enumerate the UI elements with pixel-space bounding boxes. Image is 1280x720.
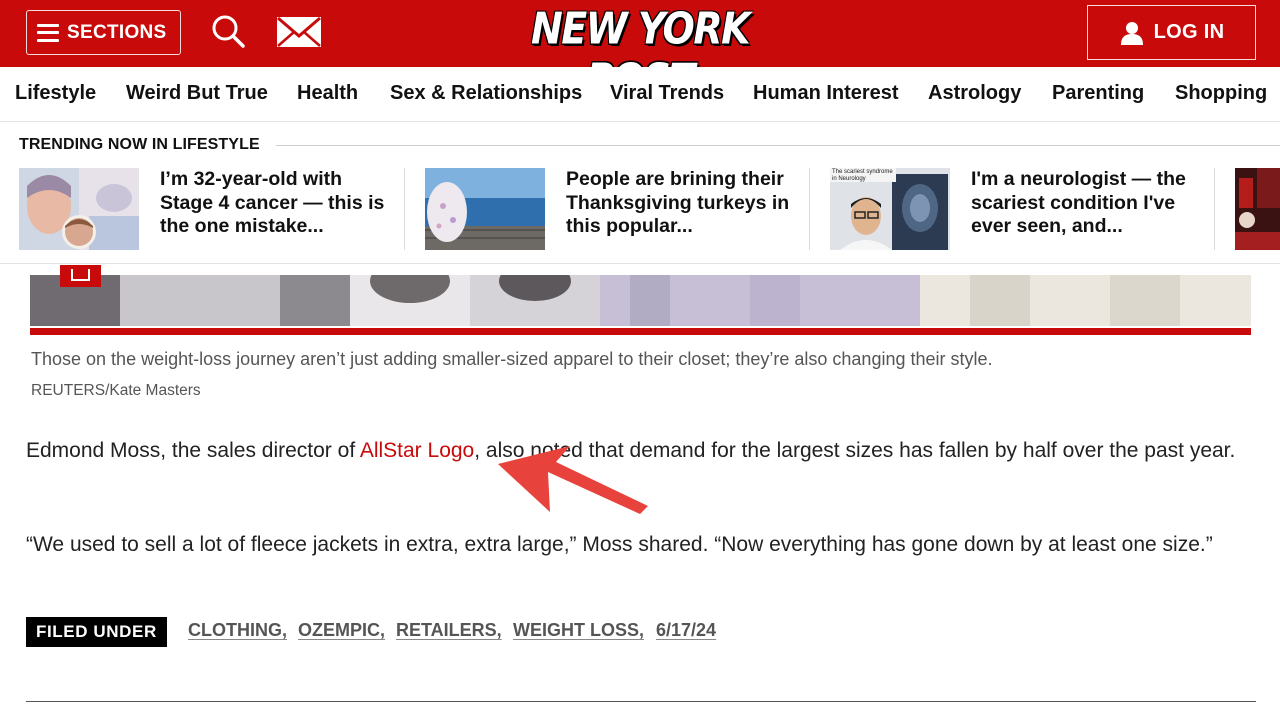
nav-item-astrology[interactable]: Astrology (928, 82, 1021, 105)
trending-title: I'm a neurologist — the scariest conditi… (971, 168, 1186, 237)
login-button[interactable]: LOG IN (1087, 5, 1256, 60)
search-icon[interactable] (210, 13, 246, 49)
nav-item-shopping[interactable]: Shopping (1175, 82, 1267, 105)
article-paragraph: Edmond Moss, the sales director of AllSt… (26, 434, 1256, 467)
nav-item-viral-trends[interactable]: Viral Trends (610, 82, 724, 105)
gallery-icon (71, 269, 90, 281)
trending-card[interactable]: I’m 32-year-old with Stage 4 cancer — th… (19, 168, 399, 250)
trending-card[interactable] (1235, 168, 1280, 250)
trending-divider (1214, 168, 1215, 250)
article-image (30, 275, 1251, 326)
nav-item-lifestyle[interactable]: Lifestyle (15, 82, 96, 105)
nav-item-health[interactable]: Health (297, 82, 358, 105)
trending-rule (276, 145, 1280, 146)
sections-label: SECTIONS (67, 21, 167, 43)
site-header: SECTIONS NEW YORK POST LOG IN (0, 0, 1280, 105)
trending-title: People are brining their Thanksgiving tu… (566, 168, 790, 237)
allstar-logo-link[interactable]: AllStar Logo (360, 439, 474, 462)
trending-heading: TRENDING NOW IN LIFESTYLE (19, 136, 260, 153)
mail-icon[interactable] (276, 14, 322, 50)
filed-under-label: FILED UNDER (26, 617, 167, 647)
tag-ozempic[interactable]: OZEMPIC, (298, 620, 385, 641)
image-caption: Those on the weight-loss journey aren’t … (31, 349, 993, 369)
tag-date[interactable]: 6/17/24 (656, 620, 716, 641)
trending-thumbnail (425, 168, 545, 250)
paragraph-text: , also noted that demand for the largest… (474, 439, 1236, 462)
trending-card[interactable]: People are brining their Thanksgiving tu… (425, 168, 805, 250)
trending-thumbnail (1235, 168, 1280, 250)
nav-item-human-interest[interactable]: Human Interest (753, 82, 899, 105)
tag-clothing[interactable]: CLOTHING, (188, 620, 287, 641)
trending-section: TRENDING NOW IN LIFESTYLE I’m 32-year-ol… (0, 122, 1280, 264)
trending-thumbnail: The scariest syndrome in Neurology (830, 168, 950, 250)
article-paragraph: “We used to sell a lot of fleece jackets… (26, 533, 1213, 556)
image-credit: REUTERS/Kate Masters (31, 382, 201, 399)
trending-card[interactable]: The scariest syndrome in Neurology I'm a… (830, 168, 1210, 250)
nav-fade (1266, 67, 1280, 121)
gallery-badge[interactable] (60, 265, 101, 287)
user-icon (1120, 21, 1143, 45)
tag-weight-loss[interactable]: WEIGHT LOSS, (513, 620, 644, 641)
trending-title: I’m 32-year-old with Stage 4 cancer — th… (160, 168, 385, 237)
trending-divider (404, 168, 405, 250)
paragraph-text: Edmond Moss, the sales director of (26, 439, 360, 462)
site-logo[interactable]: NEW YORK POST (490, 3, 790, 104)
nav-item-parenting[interactable]: Parenting (1052, 82, 1144, 105)
sections-button[interactable]: SECTIONS (26, 10, 181, 55)
bottom-rule (26, 701, 1256, 702)
image-red-rule (30, 328, 1251, 335)
hamburger-icon (37, 23, 59, 42)
trending-thumbnail (19, 168, 139, 250)
trending-thumbnail-caption: The scariest syndrome in Neurology (832, 169, 893, 182)
tag-retailers[interactable]: RETAILERS, (396, 620, 502, 641)
nav-item-weird-but-true[interactable]: Weird But True (126, 82, 268, 105)
login-label: LOG IN (1153, 21, 1225, 43)
nav-item-sex-relationships[interactable]: Sex & Relationships (390, 82, 582, 105)
trending-divider (809, 168, 810, 250)
category-nav: Lifestyle Weird But True Health Sex & Re… (0, 67, 1280, 122)
